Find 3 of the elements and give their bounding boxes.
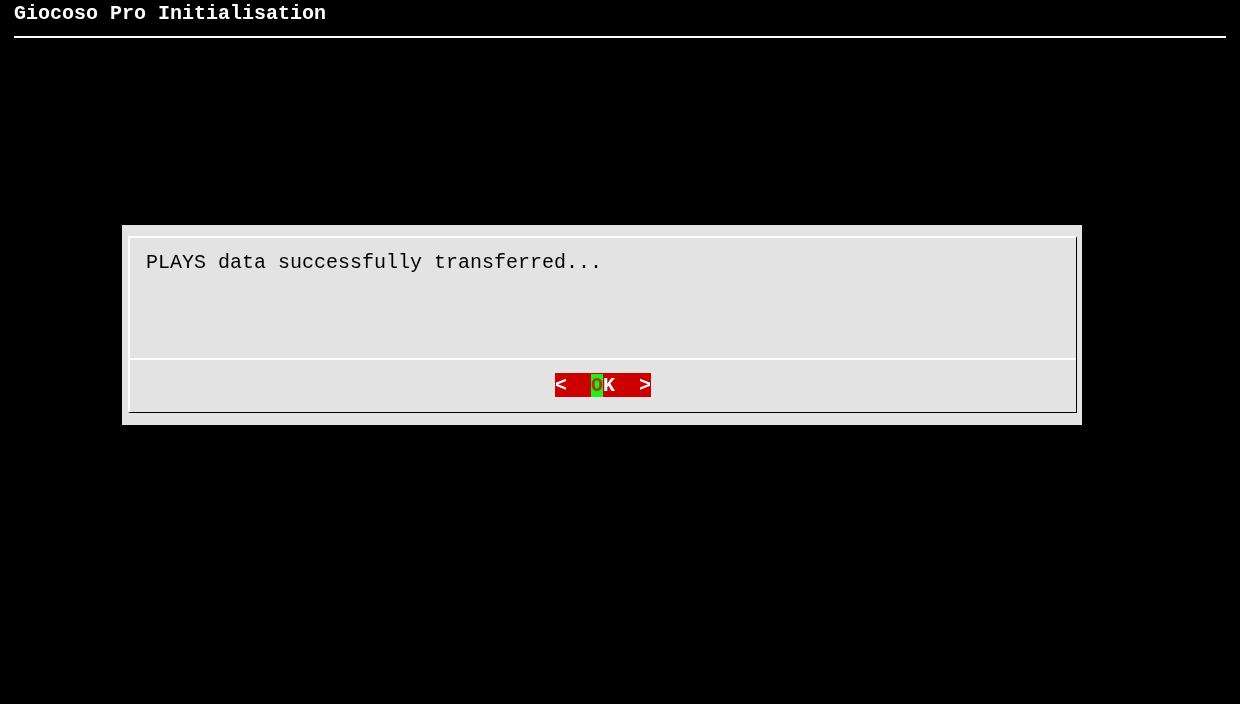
ok-button[interactable]: < OK > xyxy=(554,373,652,397)
message-text: PLAYS data successfully transferred... xyxy=(146,250,604,276)
window-title: Giocoso Pro Initialisation xyxy=(13,1,328,27)
